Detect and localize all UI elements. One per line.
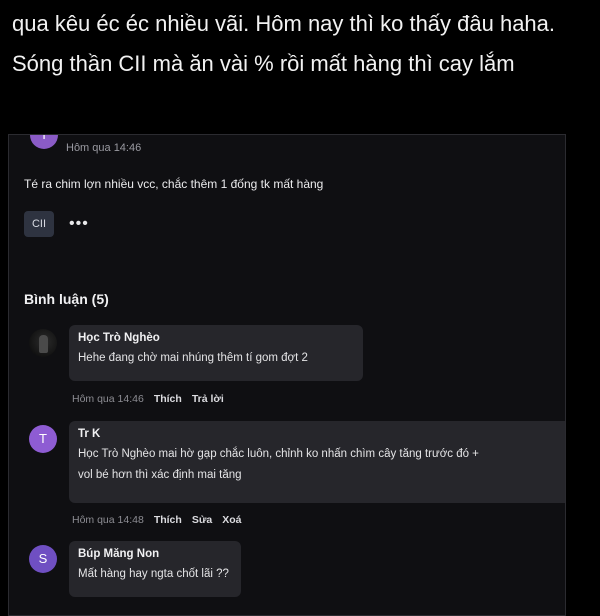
comment-text-line: Học Trò Nghèo mai hờ gạp chắc luôn, chỉn… [78, 448, 479, 460]
delete-button[interactable]: Xoá [222, 514, 241, 526]
edit-button[interactable]: Sửa [192, 514, 212, 526]
post-content: Té ra chim lợn nhiều vcc, chắc thêm 1 đố… [24, 177, 324, 191]
comments-heading: Bình luận (5) [24, 291, 109, 307]
comment-timestamp: Hôm qua 14:48 [72, 514, 144, 526]
author-avatar[interactable]: I [30, 134, 58, 149]
comment-text-line: vol bé hơn thì xác định mai tăng [78, 469, 242, 481]
comment-timestamp: Hôm qua 14:46 [72, 393, 144, 405]
commenter-name[interactable]: Học Trò Nghèo [78, 332, 354, 344]
reply-button[interactable]: Trả lời [192, 393, 224, 405]
more-options-icon[interactable]: ••• [69, 215, 89, 233]
comment-text: Mất hàng hay ngta chốt lãi ?? [78, 568, 229, 580]
avatar[interactable]: S [29, 545, 57, 573]
post-card: I Hôm qua 14:46 Té ra chim lợn nhiều vcc… [8, 134, 566, 616]
comment-text: Hehe đang chờ mai nhúng thêm tí gom đợt … [78, 352, 308, 364]
stock-tag-cii[interactable]: CII [24, 211, 54, 237]
post-timestamp: Hôm qua 14:46 [66, 142, 142, 154]
comment-meta: Hôm qua 14:46 Thích Trả lời [72, 393, 224, 405]
avatar[interactable]: T [29, 425, 57, 453]
comment-bubble: Búp Măng Non Mất hàng hay ngta chốt lãi … [69, 541, 241, 597]
commenter-name[interactable]: Tr K [78, 428, 564, 440]
comment-bubble: Học Trò Nghèo Hehe đang chờ mai nhúng th… [69, 325, 363, 381]
like-button[interactable]: Thích [154, 393, 182, 405]
comment-bubble: Tr K Học Trò Nghèo mai hờ gạp chắc luôn,… [69, 421, 565, 503]
post-preview-text: qua kêu éc éc nhiều vãi. Hôm nay thì ko … [12, 11, 556, 76]
commenter-name[interactable]: Búp Măng Non [78, 548, 232, 560]
author-avatar-initial: I [42, 134, 46, 142]
like-button[interactable]: Thích [154, 514, 182, 526]
avatar[interactable] [29, 329, 57, 357]
avatar-initial: S [38, 551, 48, 566]
comment-text: Học Trò Nghèo mai hờ gạp chắc luôn, chỉn… [78, 444, 564, 486]
comment-meta: Hôm qua 14:48 Thích Sửa Xoá [72, 514, 242, 526]
avatar-initial: T [39, 431, 47, 446]
